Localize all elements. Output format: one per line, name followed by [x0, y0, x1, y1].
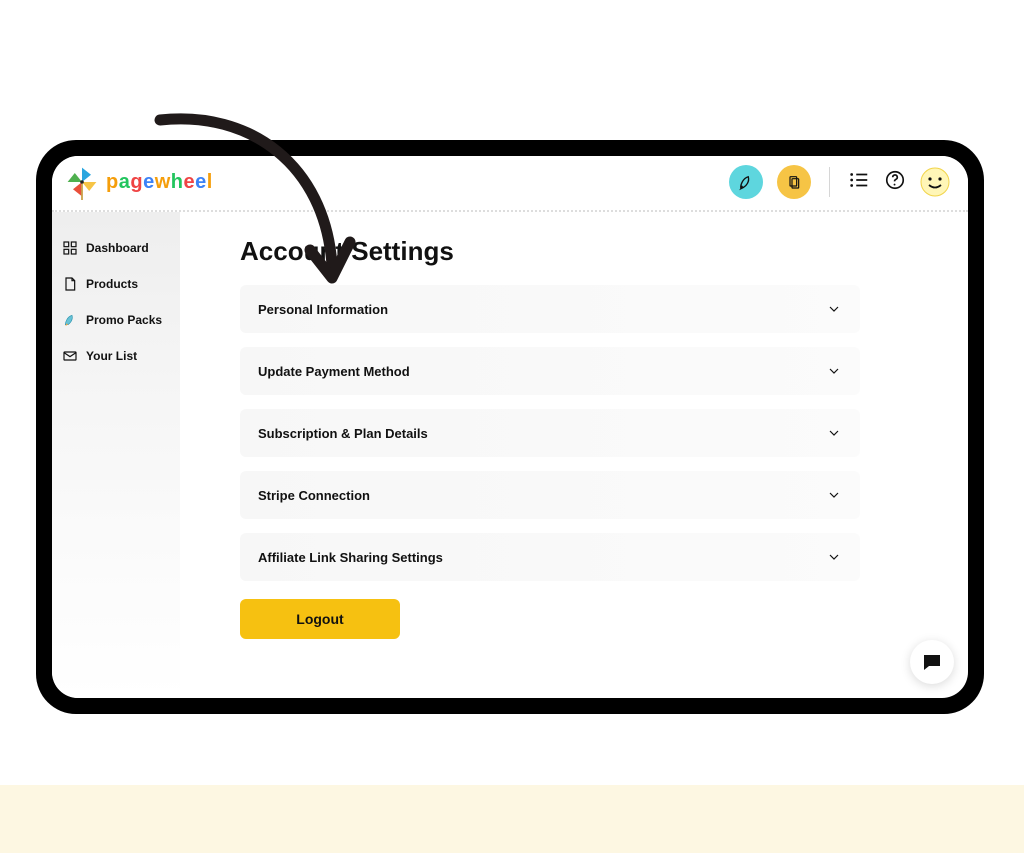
settings-accordion: Personal Information Update Payment Meth… — [240, 285, 860, 581]
list-icon — [848, 169, 870, 191]
logout-button[interactable]: Logout — [240, 599, 400, 639]
section-personal-information[interactable]: Personal Information — [240, 285, 860, 333]
section-affiliate-link-sharing[interactable]: Affiliate Link Sharing Settings — [240, 533, 860, 581]
top-actions — [729, 165, 950, 199]
chevron-down-icon — [826, 425, 842, 441]
chevron-down-icon — [826, 549, 842, 565]
section-label: Affiliate Link Sharing Settings — [258, 550, 443, 565]
grid-icon — [62, 240, 78, 256]
sidebar-item-label: Your List — [86, 349, 137, 363]
help-icon — [884, 169, 906, 191]
section-label: Update Payment Method — [258, 364, 410, 379]
sidebar-item-dashboard[interactable]: Dashboard — [52, 230, 180, 266]
sidebar: Dashboard Products Promo Packs Your List — [52, 212, 180, 698]
section-label: Subscription & Plan Details — [258, 426, 428, 441]
sidebar-item-label: Promo Packs — [86, 313, 162, 327]
section-label: Stripe Connection — [258, 488, 370, 503]
page-footer-strip — [0, 785, 1024, 853]
sidebar-item-label: Dashboard — [86, 241, 149, 255]
top-bar: pagewheel — [52, 156, 968, 212]
rocket-icon — [737, 173, 755, 191]
chat-icon — [920, 650, 944, 674]
chat-widget-button[interactable] — [910, 640, 954, 684]
copy-icon — [786, 174, 802, 190]
logout-label: Logout — [296, 611, 343, 627]
brand[interactable]: pagewheel — [64, 164, 213, 200]
brand-name: pagewheel — [106, 171, 213, 194]
header-list-button[interactable] — [848, 169, 870, 196]
app-screen: pagewheel — [52, 156, 968, 698]
sidebar-item-promo-packs[interactable]: Promo Packs — [52, 302, 180, 338]
header-help-button[interactable] — [884, 169, 906, 196]
sidebar-item-label: Products — [86, 277, 138, 291]
smiley-avatar-icon[interactable] — [920, 167, 950, 197]
section-stripe-connection[interactable]: Stripe Connection — [240, 471, 860, 519]
header-rocket-button[interactable] — [729, 165, 763, 199]
chevron-down-icon — [826, 363, 842, 379]
page-title: Account Settings — [240, 236, 928, 267]
pinwheel-logo-icon — [64, 164, 100, 200]
section-label: Personal Information — [258, 302, 388, 317]
rocket-icon — [62, 312, 78, 328]
mail-icon — [62, 348, 78, 364]
chevron-down-icon — [826, 301, 842, 317]
sidebar-item-your-list[interactable]: Your List — [52, 338, 180, 374]
sidebar-item-products[interactable]: Products — [52, 266, 180, 302]
chevron-down-icon — [826, 487, 842, 503]
section-subscription-plan-details[interactable]: Subscription & Plan Details — [240, 409, 860, 457]
device-frame: pagewheel — [36, 140, 984, 714]
file-icon — [62, 276, 78, 292]
header-copy-button[interactable] — [777, 165, 811, 199]
divider — [829, 167, 830, 197]
section-update-payment-method[interactable]: Update Payment Method — [240, 347, 860, 395]
main-content: Account Settings Personal Information Up… — [180, 212, 968, 698]
